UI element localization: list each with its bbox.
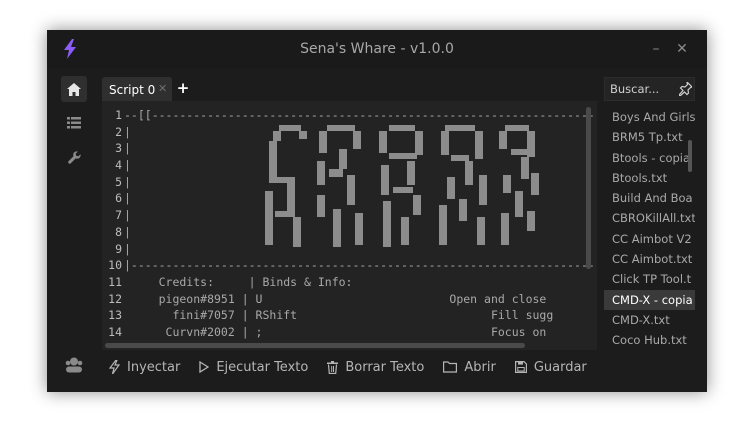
list-icon: [67, 117, 81, 129]
file-list-item[interactable]: Btools.txt: [604, 168, 695, 188]
file-list-item[interactable]: CC Aimbot.txt: [604, 249, 695, 269]
file-list-item[interactable]: CBROKillAll.txt: [604, 208, 695, 228]
open-button[interactable]: Abrir: [436, 355, 502, 379]
line-number: 5: [115, 174, 122, 189]
file-list-scrollbar[interactable]: [688, 140, 692, 172]
code-line: fini#7057 | RShift Fill sugg: [124, 308, 554, 323]
code-line: --[[------------------------------------…: [124, 108, 594, 122]
inject-button[interactable]: Inyectar: [102, 355, 187, 379]
account-icon[interactable]: [65, 357, 83, 373]
clear-text-button-label: Borrar Texto: [345, 359, 425, 375]
lightning-icon: [109, 360, 120, 374]
trash-icon: [327, 360, 339, 374]
file-list-item[interactable]: CMD-X.txt: [604, 310, 695, 330]
editor-vertical-scrollbar[interactable]: [586, 107, 591, 269]
file-list-item[interactable]: Coco Hub.txt: [604, 330, 695, 350]
pin-icon[interactable]: [679, 82, 692, 96]
file-list-item[interactable]: CC Aimbot V2: [604, 229, 695, 249]
line-number: 12: [108, 291, 122, 306]
wrench-icon: [67, 150, 81, 164]
window-title: Sena's Whare - v1.0.0: [300, 41, 454, 57]
line-number: 14: [108, 324, 122, 339]
code-line: |---------------------------------------…: [124, 258, 594, 273]
sidebar: [47, 68, 99, 392]
tab-close-icon[interactable]: ✕: [158, 82, 167, 95]
search-box[interactable]: [604, 77, 695, 101]
line-number: 4: [115, 158, 122, 173]
code-area[interactable]: --[[------------------------------------…: [124, 107, 594, 347]
sidebar-home-button[interactable]: [61, 76, 87, 102]
file-list-item-selected[interactable]: CMD-X - copia: [604, 289, 695, 310]
floppy-disk-icon: [514, 361, 527, 373]
save-button-label: Guardar: [533, 359, 587, 375]
app-window: Sena's Whare - v1.0.0 – ✕ Script 0 ✕ + 1…: [47, 30, 707, 392]
code-line: Credits: | Binds & Info:: [124, 274, 353, 289]
line-number: 11: [108, 274, 122, 289]
search-input[interactable]: [610, 81, 672, 97]
clear-text-button[interactable]: Borrar Texto: [320, 355, 431, 379]
line-number: 8: [115, 224, 122, 239]
line-number: 1: [115, 108, 122, 122]
line-number: 7: [115, 208, 122, 223]
title-bar[interactable]: Sena's Whare - v1.0.0 – ✕: [47, 30, 707, 68]
code-line: Curvn#2002 | ; Focus on: [124, 324, 547, 339]
line-number-gutter: 1 2 3 4 5 6 7 8 9 10 11 12 13 14: [102, 107, 122, 341]
script-editor[interactable]: 1 2 3 4 5 6 7 8 9 10 11 12 13 14 --[[---…: [102, 101, 597, 350]
line-number: 9: [115, 241, 122, 256]
file-list-item[interactable]: Build And Boa: [604, 188, 695, 208]
sidebar-scripts-button[interactable]: [61, 110, 87, 136]
play-icon: [199, 361, 210, 373]
save-button[interactable]: Guardar: [508, 355, 594, 379]
tab-label: Script 0: [109, 83, 156, 97]
execute-text-button-label: Ejecutar Texto: [216, 359, 309, 375]
execute-text-button[interactable]: Ejecutar Texto: [192, 355, 315, 379]
file-list-item[interactable]: Btools - copia: [604, 148, 695, 168]
inject-button-label: Inyectar: [127, 359, 181, 375]
close-button[interactable]: ✕: [673, 40, 691, 58]
folder-icon: [443, 361, 458, 373]
editor-horizontal-scrollbar[interactable]: [105, 343, 525, 348]
home-icon: [67, 82, 81, 96]
add-tab-button[interactable]: +: [176, 80, 190, 96]
tab-script-0[interactable]: Script 0 ✕: [102, 77, 172, 101]
open-button-label: Abrir: [464, 359, 496, 375]
code-line: pigeon#8951 | U Open and close: [124, 291, 547, 306]
script-file-list[interactable]: Boys And Girls BRM5 Tp.txt Btools - copi…: [604, 107, 695, 350]
line-number: 3: [115, 141, 122, 156]
line-number: 2: [115, 124, 122, 139]
ascii-art-logo: [265, 125, 539, 247]
action-toolbar: Inyectar Ejecutar Texto Borrar Texto Abr…: [102, 355, 594, 379]
minimize-button[interactable]: –: [647, 40, 665, 58]
file-list-item[interactable]: BRM5 Tp.txt: [604, 127, 695, 147]
sidebar-settings-button[interactable]: [61, 144, 87, 170]
file-list-item[interactable]: Click TP Tool.t: [604, 269, 695, 289]
file-list-item[interactable]: Boys And Girls: [604, 107, 695, 127]
line-number: 6: [115, 191, 122, 206]
line-number: 10: [108, 258, 122, 273]
line-number: 13: [108, 308, 122, 323]
